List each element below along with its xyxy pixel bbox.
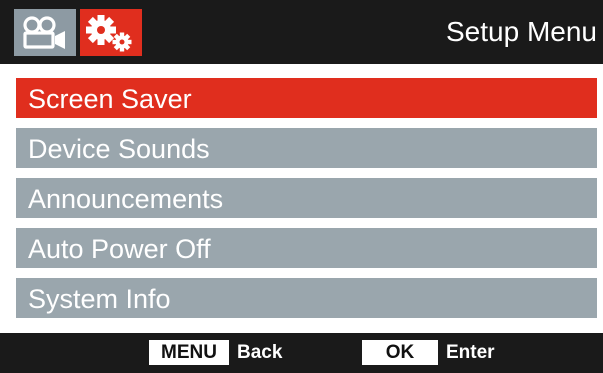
menu-item-device-sounds[interactable]: Device Sounds xyxy=(16,128,597,168)
menu-item-announcements[interactable]: Announcements xyxy=(16,178,597,218)
menu-item-system-info[interactable]: System Info xyxy=(16,278,597,318)
gears-icon xyxy=(86,14,132,51)
footer-hint-bar: MENU Back OK Enter xyxy=(0,333,603,373)
setup-menu-screen: Setup Menu Screen Saver Device Sounds An… xyxy=(0,0,603,373)
tab-video-mode[interactable] xyxy=(14,9,76,56)
menu-key-badge[interactable]: MENU xyxy=(149,340,229,365)
tab-setup-mode[interactable] xyxy=(80,9,142,56)
header-bar: Setup Menu xyxy=(0,0,603,64)
menu-item-auto-power-off[interactable]: Auto Power Off xyxy=(16,228,597,268)
ok-key-badge[interactable]: OK xyxy=(362,340,438,365)
menu-item-screen-saver[interactable]: Screen Saver xyxy=(16,78,597,118)
enter-hint-label: Enter xyxy=(446,342,495,363)
page-title: Setup Menu xyxy=(446,16,597,47)
back-hint-label: Back xyxy=(237,342,283,363)
video-camera-icon xyxy=(23,15,65,49)
setup-menu-list: Screen Saver Device Sounds Announcements… xyxy=(16,78,597,328)
